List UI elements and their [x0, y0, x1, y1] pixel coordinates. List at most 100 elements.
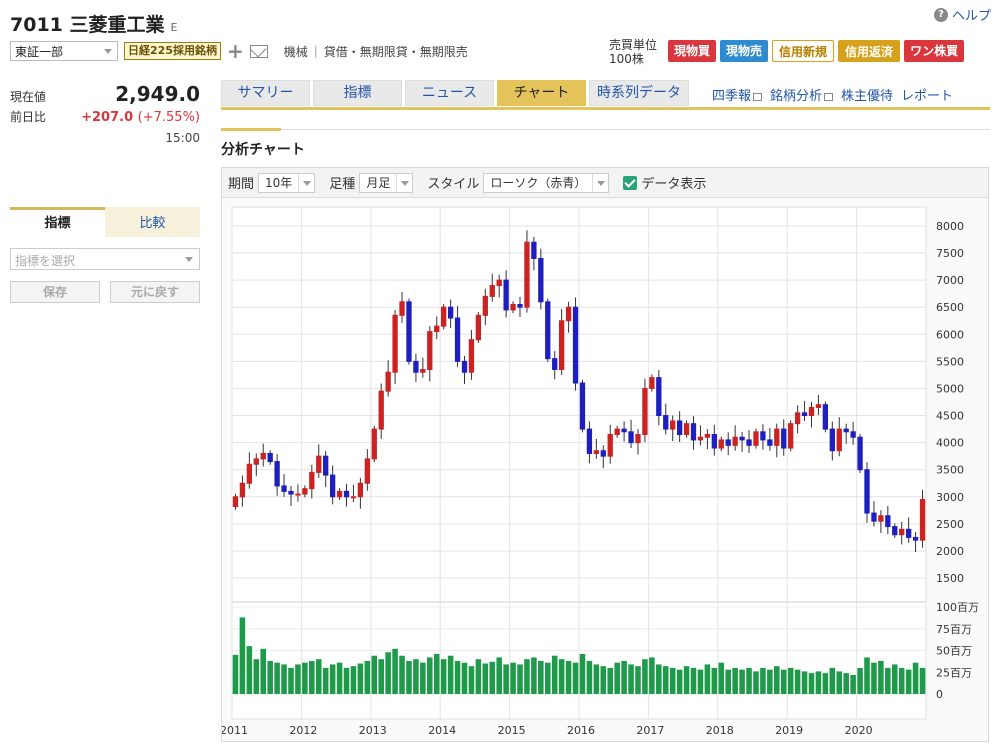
section-accent [221, 128, 281, 131]
candle-down [406, 301, 412, 362]
link-analysis[interactable]: 銘柄分析 [770, 85, 834, 104]
volume-bar [531, 657, 537, 694]
candle-up [794, 412, 801, 425]
candle-down [690, 423, 697, 441]
tab-indicators[interactable]: 指標 [313, 80, 402, 106]
price-tick-label: 8000 [936, 220, 964, 233]
candle-down [663, 415, 669, 430]
link-shikiho-label: 四季報 [712, 89, 752, 104]
reset-button[interactable]: 元に戻す [110, 281, 200, 303]
candle-up [732, 436, 738, 446]
volume-bar [385, 652, 391, 694]
candle-down [552, 358, 558, 371]
buy-cash-button[interactable]: 現物買 [668, 40, 717, 62]
candle-up [642, 387, 648, 435]
tab-timeseries[interactable]: 時系列データ [589, 80, 689, 106]
candle-up [593, 450, 600, 454]
candle-up [670, 420, 676, 430]
tab-news[interactable]: ニュース [405, 80, 494, 106]
stock-code-name: 7011 三菱重工業 [10, 14, 165, 36]
candle-up [378, 390, 384, 430]
price-tick-label: 7500 [936, 247, 964, 260]
candle-up [683, 423, 690, 436]
candle-up [295, 493, 301, 496]
volume-bar [600, 666, 607, 694]
indicator-select[interactable]: 指標を選択 [10, 248, 200, 270]
volume-bar [919, 667, 926, 694]
one-share-buy-button[interactable]: ワン株買 [904, 40, 965, 62]
volume-bar [406, 660, 412, 694]
save-button[interactable]: 保存 [10, 281, 100, 303]
volume-bar [794, 669, 801, 694]
volume-bar [378, 659, 384, 694]
mail-icon[interactable] [249, 44, 268, 58]
candle-up [718, 439, 724, 449]
candle-down [531, 241, 537, 259]
candle-down [329, 474, 336, 498]
trade-unit: 売買単位 100株 [609, 38, 657, 66]
tab-indicator[interactable]: 指標 [10, 207, 105, 237]
bar-type-value: 月足 [366, 176, 391, 190]
style-select[interactable]: ローソク（赤青） [483, 172, 610, 193]
candle-up [899, 528, 905, 536]
candle-down [323, 455, 329, 476]
volume-bar [836, 671, 843, 694]
industry-link[interactable]: 機械 [284, 43, 308, 60]
bar-type-select[interactable]: 月足 [359, 172, 414, 193]
style-value: ローソク（赤青） [490, 176, 587, 190]
tab-summary[interactable]: サマリー [221, 80, 310, 106]
link-benefits[interactable]: 株主優待 [841, 85, 893, 104]
candle-down [885, 515, 891, 528]
volume-bar [503, 664, 509, 694]
chevron-down-icon [298, 173, 314, 192]
tab-chart[interactable]: チャート [497, 80, 586, 106]
volume-tick-label: 50百万 [936, 645, 972, 658]
volume-bar [780, 669, 787, 694]
volume-bar [281, 664, 287, 694]
volume-tick-label: 0 [936, 688, 943, 701]
volume-bar [253, 659, 260, 694]
volume-bar [829, 667, 836, 694]
help-label: ヘルプ [951, 9, 991, 24]
price-tick-label: 6000 [936, 328, 964, 341]
margin-new-button[interactable]: 信用新規 [772, 40, 835, 62]
sell-cash-button[interactable]: 現物売 [720, 40, 769, 62]
volume-bar [315, 659, 322, 694]
volume-bar [544, 662, 551, 694]
candle-down [801, 412, 808, 417]
volume-bar [468, 666, 475, 694]
candle-up [309, 471, 315, 490]
candle-down [343, 490, 350, 498]
volume-bar [496, 657, 502, 694]
candle-up [836, 428, 842, 452]
add-favorite-icon[interactable]: + [227, 41, 244, 61]
volume-bar [239, 617, 246, 694]
volume-bar [274, 662, 280, 694]
volume-bar [336, 662, 343, 694]
candle-up [614, 428, 620, 435]
period-select[interactable]: 10年 [258, 172, 316, 193]
market-select[interactable]: 東証一部 [10, 41, 118, 61]
x-tick-label: 2014 [428, 724, 456, 737]
tab-compare[interactable]: 比較 [105, 207, 200, 237]
link-report[interactable]: レポート [901, 85, 953, 104]
data-display-checkbox[interactable] [623, 175, 638, 190]
candle-down [454, 317, 461, 362]
trade-unit-value: 100株 [609, 52, 644, 66]
volume-bar [413, 659, 419, 694]
candle-up [357, 482, 364, 498]
margin-close-button[interactable]: 信用返済 [838, 40, 901, 62]
quote-block: 現在値 2,949.0 前日比 +207.0 (+7.55%) 15:00 [10, 82, 200, 145]
help-icon: ? [933, 7, 948, 22]
candle-up [635, 434, 641, 444]
help-link[interactable]: ? ヘルプ [933, 5, 991, 24]
volume-bar [440, 659, 447, 694]
side-buttons: 保存 元に戻す [10, 281, 200, 303]
volume-bar [579, 653, 586, 694]
volume-bar [891, 664, 898, 694]
candle-up [496, 279, 502, 287]
volume-bar [420, 662, 426, 694]
link-shikiho[interactable]: 四季報 [712, 85, 763, 104]
volume-bar [364, 660, 371, 694]
volume-bar [822, 673, 829, 694]
